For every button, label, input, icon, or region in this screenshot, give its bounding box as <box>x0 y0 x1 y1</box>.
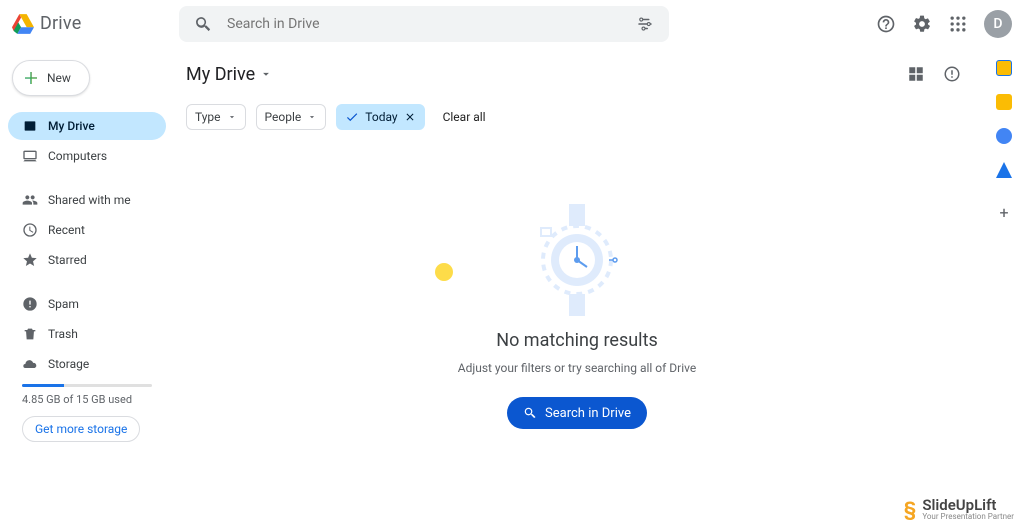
new-button-label: New <box>47 71 71 85</box>
storage-meter <box>22 384 152 387</box>
caret-down-icon <box>259 67 273 81</box>
account-avatar[interactable]: D <box>984 10 1012 38</box>
sidebar: New My Drive Computers Shared with me Re… <box>0 48 170 529</box>
cta-label: Search in Drive <box>545 406 631 421</box>
main-content: My Drive Type People <box>170 48 984 529</box>
layout-grid-icon[interactable] <box>900 58 932 90</box>
search-in-drive-button[interactable]: Search in Drive <box>507 397 647 429</box>
watermark-logo-icon: § <box>904 497 917 521</box>
sidebar-item-label: Storage <box>48 357 89 371</box>
addon-add-icon[interactable]: + <box>996 204 1012 220</box>
sidebar-item-recent[interactable]: Recent <box>8 216 166 244</box>
clear-all-button[interactable]: Clear all <box>443 110 486 124</box>
sidebar-item-label: Trash <box>48 327 78 341</box>
addon-keep-icon[interactable] <box>996 94 1012 110</box>
addon-tasks-icon[interactable] <box>996 128 1012 144</box>
search-icon <box>523 406 537 420</box>
check-icon <box>345 110 359 124</box>
topbar: Drive D <box>0 0 1024 48</box>
search-icon[interactable] <box>187 8 219 40</box>
sidebar-item-label: Recent <box>48 223 85 237</box>
new-button[interactable]: New <box>12 60 90 96</box>
sidebar-item-label: My Drive <box>48 119 95 133</box>
product-name: Drive <box>40 13 81 34</box>
sidebar-item-storage[interactable]: Storage <box>8 350 166 378</box>
close-icon[interactable] <box>404 111 416 123</box>
sidebar-item-starred[interactable]: Starred <box>8 246 166 274</box>
sidebar-item-computers[interactable]: Computers <box>8 142 166 170</box>
sidebar-item-label: Starred <box>48 253 87 267</box>
addon-panel: + <box>984 48 1024 529</box>
filter-people[interactable]: People <box>256 104 327 130</box>
watermark: § SlideUpLift Your Presentation Partner <box>904 497 1014 521</box>
empty-watch-illustration <box>512 200 642 320</box>
sidebar-item-label: Spam <box>48 297 79 311</box>
caret-down-icon <box>227 112 237 122</box>
empty-state: No matching results Adjust your filters … <box>186 130 968 529</box>
top-right-actions: D <box>870 8 1012 40</box>
empty-subtitle: Adjust your filters or try searching all… <box>458 361 696 375</box>
chip-label: People <box>265 110 302 124</box>
filter-type[interactable]: Type <box>186 104 246 130</box>
sidebar-item-label: Computers <box>48 149 107 163</box>
caret-down-icon <box>307 112 317 122</box>
help-icon[interactable] <box>870 8 902 40</box>
filters-row: Type People Today Clear all <box>186 104 968 130</box>
sidebar-item-trash[interactable]: Trash <box>8 320 166 348</box>
drive-logo-icon <box>12 13 34 35</box>
settings-gear-icon[interactable] <box>906 8 938 40</box>
page-title: My Drive <box>186 64 255 85</box>
breadcrumb-my-drive[interactable]: My Drive <box>186 64 273 85</box>
empty-title: No matching results <box>496 330 658 351</box>
storage-text: 4.85 GB of 15 GB used <box>22 393 152 406</box>
filter-today[interactable]: Today <box>336 104 424 130</box>
sidebar-item-my-drive[interactable]: My Drive <box>8 112 166 140</box>
chip-label: Today <box>365 110 397 124</box>
get-storage-button[interactable]: Get more storage <box>22 416 140 442</box>
sidebar-item-spam[interactable]: Spam <box>8 290 166 318</box>
cursor-highlight <box>435 263 453 281</box>
search-input[interactable] <box>227 16 621 32</box>
chip-label: Type <box>195 110 221 124</box>
sidebar-item-shared[interactable]: Shared with me <box>8 186 166 214</box>
plus-icon <box>23 70 39 86</box>
apps-grid-icon[interactable] <box>942 8 974 40</box>
addon-contacts-icon[interactable] <box>996 162 1012 178</box>
watermark-title: SlideUpLift <box>922 498 1014 513</box>
logo-area[interactable]: Drive <box>12 13 167 35</box>
info-icon[interactable] <box>936 58 968 90</box>
addon-calendar-icon[interactable] <box>996 60 1012 76</box>
search-options-icon[interactable] <box>629 8 661 40</box>
watermark-subtitle: Your Presentation Partner <box>922 513 1014 521</box>
sidebar-item-label: Shared with me <box>48 193 131 207</box>
search-bar[interactable] <box>179 6 669 42</box>
